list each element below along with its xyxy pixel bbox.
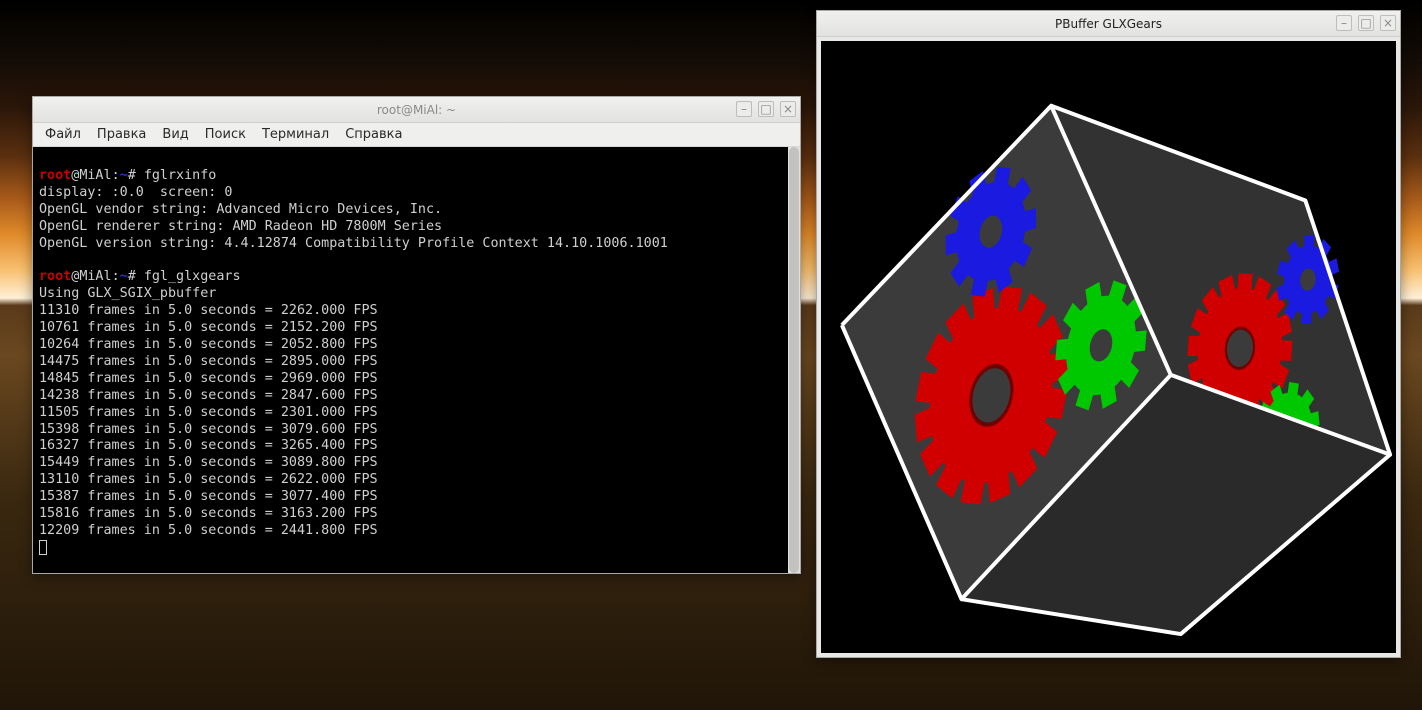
menu-file[interactable]: Файл (39, 125, 87, 144)
fps-line: 13110 frames in 5.0 seconds = 2622.000 F… (39, 472, 378, 487)
close-button[interactable]: × (1380, 15, 1396, 31)
fps-line: 14845 frames in 5.0 seconds = 2969.000 F… (39, 371, 378, 386)
minimize-button[interactable]: – (1336, 15, 1352, 31)
glxgears-window: PBuffer GLXGears – □ × (816, 10, 1401, 658)
terminal-titlebar[interactable]: root@MiAl: ~ – □ × (33, 97, 800, 123)
fps-line: 10264 frames in 5.0 seconds = 2052.800 F… (39, 337, 378, 352)
fps-line: 14238 frames in 5.0 seconds = 2847.600 F… (39, 388, 378, 403)
fps-line: 16327 frames in 5.0 seconds = 3265.400 F… (39, 438, 378, 453)
scrollbar-thumb[interactable] (789, 147, 799, 573)
fps-line: 11310 frames in 5.0 seconds = 2262.000 F… (39, 303, 378, 318)
terminal-window: root@MiAl: ~ – □ × Файл Правка Вид Поиск… (32, 96, 801, 574)
maximize-button[interactable]: □ (1358, 15, 1374, 31)
menu-search[interactable]: Поиск (199, 125, 252, 144)
terminal-output[interactable]: root@MiAl:~# fglrxinfo display: :0.0 scr… (33, 147, 800, 573)
minimize-button[interactable]: – (736, 101, 752, 117)
prompt-host: MiAl (79, 269, 111, 284)
terminal-window-controls: – □ × (736, 101, 796, 117)
fps-line: 14475 frames in 5.0 seconds = 2895.000 F… (39, 354, 378, 369)
fps-line: 15387 frames in 5.0 seconds = 3077.400 F… (39, 489, 378, 504)
fps-line: 10761 frames in 5.0 seconds = 2152.200 F… (39, 320, 378, 335)
glxgears-titlebar[interactable]: PBuffer GLXGears – □ × (817, 11, 1400, 37)
terminal-scrollbar[interactable] (788, 147, 800, 573)
glxgears-window-controls: – □ × (1336, 15, 1396, 31)
terminal-cursor (39, 540, 47, 555)
output-line: display: :0.0 screen: 0 (39, 185, 232, 200)
prompt-user: root (39, 269, 71, 284)
output-line: OpenGL renderer string: AMD Radeon HD 78… (39, 219, 442, 234)
command-fgl-glxgears: fgl_glxgears (144, 269, 241, 284)
menu-edit[interactable]: Правка (91, 125, 152, 144)
glxgears-title: PBuffer GLXGears (1055, 17, 1162, 31)
fps-line: 15449 frames in 5.0 seconds = 3089.800 F… (39, 455, 378, 470)
prompt-user: root (39, 168, 71, 183)
prompt-path: ~ (120, 168, 128, 183)
fps-line: 12209 frames in 5.0 seconds = 2441.800 F… (39, 523, 378, 538)
terminal-title: root@MiAl: ~ (377, 103, 456, 117)
output-line: OpenGL version string: 4.4.12874 Compati… (39, 236, 668, 251)
prompt-host: MiAl (79, 168, 111, 183)
maximize-button[interactable]: □ (758, 101, 774, 117)
terminal-menubar: Файл Правка Вид Поиск Терминал Справка (33, 123, 800, 147)
menu-view[interactable]: Вид (156, 125, 194, 144)
menu-help[interactable]: Справка (339, 125, 408, 144)
menu-terminal[interactable]: Терминал (256, 125, 335, 144)
prompt-path: ~ (120, 269, 128, 284)
fps-line: 15398 frames in 5.0 seconds = 3079.600 F… (39, 422, 378, 437)
output-line: Using GLX_SGIX_pbuffer (39, 286, 216, 301)
close-button[interactable]: × (780, 101, 796, 117)
output-line: OpenGL vendor string: Advanced Micro Dev… (39, 202, 442, 217)
glxgears-canvas[interactable] (821, 41, 1396, 653)
glxgears-scene (821, 41, 1396, 653)
fps-line: 15816 frames in 5.0 seconds = 3163.200 F… (39, 506, 378, 521)
command-fglrxinfo: fglrxinfo (144, 168, 217, 183)
fps-line: 11505 frames in 5.0 seconds = 2301.000 F… (39, 405, 378, 420)
